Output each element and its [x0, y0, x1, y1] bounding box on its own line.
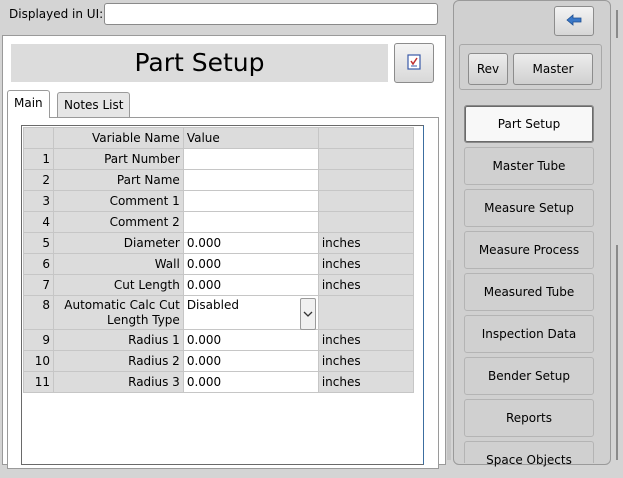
variable-name: Comment 2 — [53, 211, 184, 233]
value-cell[interactable]: 0.000 — [182, 232, 319, 254]
arrow-left-icon — [566, 13, 582, 29]
value-cell[interactable]: 0.000 — [182, 350, 319, 372]
row-number: 9 — [23, 329, 54, 351]
table-row: 4 Comment 2 — [23, 211, 414, 233]
variables-grid: Variable Name Value 1 Part Number 2 Part… — [21, 125, 424, 465]
row-number: 2 — [23, 169, 54, 191]
variable-name: Wall — [53, 253, 184, 275]
table-row: 7 Cut Length 0.000 inches — [23, 274, 414, 296]
value-cell[interactable]: 0.000 — [182, 253, 319, 275]
variable-name: Part Name — [53, 169, 184, 191]
rev-button[interactable]: Rev — [468, 53, 508, 85]
part-setup-panel: Part Setup Main Notes List Variable Name… — [2, 35, 446, 469]
checklist-button[interactable] — [394, 43, 434, 83]
row-number: 1 — [23, 148, 54, 170]
back-button[interactable] — [554, 6, 594, 36]
unit-cell: inches — [317, 350, 414, 372]
variable-name: Radius 2 — [53, 350, 184, 372]
unit-cell: inches — [317, 253, 414, 275]
header-unit — [317, 127, 414, 149]
row-number: 5 — [23, 232, 54, 254]
edge-divider — [616, 10, 618, 38]
nav-measured-tube[interactable]: Measured Tube — [464, 273, 594, 311]
header-variable-name: Variable Name — [53, 127, 184, 149]
header-value: Value — [182, 127, 319, 149]
dropdown-button[interactable] — [299, 298, 316, 330]
header-number — [23, 127, 54, 149]
window-edge — [614, 0, 623, 462]
value-cell[interactable]: 0.000 — [182, 274, 319, 296]
dropdown-selected-value: Disabled — [186, 298, 239, 312]
nav-bender-setup[interactable]: Bender Setup — [464, 357, 594, 395]
row-number: 8 — [23, 295, 54, 330]
master-button[interactable]: Master — [513, 53, 593, 85]
table-row: 1 Part Number — [23, 148, 414, 170]
unit-cell: inches — [317, 371, 414, 393]
displayed-in-ui-label: Displayed in UI: — [9, 7, 104, 21]
table-row: 11 Radius 3 0.000 inches — [23, 371, 414, 393]
row-number: 7 — [23, 274, 54, 296]
unit-cell — [317, 211, 414, 233]
variable-name: Part Number — [53, 148, 184, 170]
nav-part-setup[interactable]: Part Setup — [464, 105, 594, 143]
table-row: 2 Part Name — [23, 169, 414, 191]
rev-master-group: Rev Master — [459, 44, 602, 90]
row-number: 3 — [23, 190, 54, 212]
nav-space-objects[interactable]: Space Objects — [464, 441, 594, 467]
nav-master-tube[interactable]: Master Tube — [464, 147, 594, 185]
row-number: 6 — [23, 253, 54, 275]
variables-table: Variable Name Value 1 Part Number 2 Part… — [23, 127, 414, 393]
unit-cell: inches — [317, 329, 414, 351]
variable-name: Radius 3 — [53, 371, 184, 393]
unit-cell: inches — [317, 232, 414, 254]
value-dropdown[interactable]: Disabled — [182, 295, 319, 330]
value-cell[interactable] — [182, 190, 319, 212]
value-cell[interactable]: 0.000 — [182, 371, 319, 393]
unit-cell: inches — [317, 274, 414, 296]
displayed-in-ui-input[interactable] — [104, 3, 438, 25]
variable-name: Cut Length — [53, 274, 184, 296]
vertical-scrollbar[interactable] — [447, 260, 451, 460]
tab-content-main: Variable Name Value 1 Part Number 2 Part… — [7, 117, 439, 469]
variable-name: Radius 1 — [53, 329, 184, 351]
value-cell[interactable] — [182, 148, 319, 170]
table-row: 5 Diameter 0.000 inches — [23, 232, 414, 254]
nav-measure-process[interactable]: Measure Process — [464, 231, 594, 269]
page-title: Part Setup — [11, 44, 388, 82]
nav-reports[interactable]: Reports — [464, 399, 594, 437]
variable-name: Comment 1 — [53, 190, 184, 212]
chevron-down-icon — [303, 307, 313, 321]
value-cell[interactable] — [182, 211, 319, 233]
header-row: Variable Name Value — [23, 127, 414, 149]
table-row: 8 Automatic Calc Cut Length Type Disable… — [23, 295, 414, 330]
unit-cell — [317, 190, 414, 212]
table-row: 10 Radius 2 0.000 inches — [23, 350, 414, 372]
table-row: 6 Wall 0.000 inches — [23, 253, 414, 275]
table-row: 9 Radius 1 0.000 inches — [23, 329, 414, 351]
row-number: 11 — [23, 371, 54, 393]
row-number: 10 — [23, 350, 54, 372]
unit-cell — [317, 295, 414, 330]
row-number: 4 — [23, 211, 54, 233]
unit-cell — [317, 169, 414, 191]
value-cell[interactable]: 0.000 — [182, 329, 319, 351]
tab-main[interactable]: Main — [7, 90, 50, 118]
edge-divider — [616, 245, 618, 460]
nav-measure-setup[interactable]: Measure Setup — [464, 189, 594, 227]
nav-inspection-data[interactable]: Inspection Data — [464, 315, 594, 353]
top-bar: Displayed in UI: — [0, 0, 447, 33]
tab-notes-list[interactable]: Notes List — [57, 92, 131, 118]
value-cell[interactable] — [182, 169, 319, 191]
unit-cell — [317, 148, 414, 170]
navigation-sidebar: Rev Master Part Setup Master Tube Measur… — [453, 0, 611, 467]
table-row: 3 Comment 1 — [23, 190, 414, 212]
variable-name: Diameter — [53, 232, 184, 254]
variable-name: Automatic Calc Cut Length Type — [53, 295, 184, 330]
checklist-icon — [405, 53, 423, 74]
